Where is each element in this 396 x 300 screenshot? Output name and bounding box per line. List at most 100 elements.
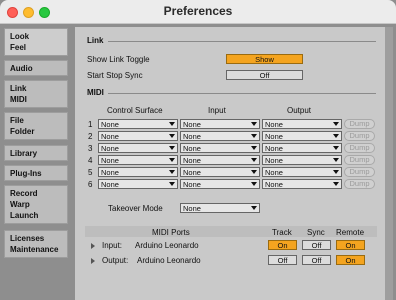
expand-triangle-icon[interactable]	[91, 258, 95, 264]
control-surface-select[interactable]: None	[98, 119, 178, 129]
chevron-down-icon	[251, 122, 257, 126]
midi-input-select[interactable]: None	[180, 119, 260, 129]
midi-input-select[interactable]: None	[180, 167, 260, 177]
midi-input-select[interactable]: None	[180, 155, 260, 165]
control-surface-select[interactable]: None	[98, 155, 178, 165]
midi-output-select[interactable]: None	[262, 179, 342, 189]
control-surface-select[interactable]: None	[98, 179, 178, 189]
midi-output-select[interactable]: None	[262, 155, 342, 165]
sidebar-item-label: File	[10, 116, 24, 125]
chevron-down-icon	[333, 134, 339, 138]
dump-button[interactable]: Dump	[344, 155, 375, 165]
midi-output-select[interactable]: None	[262, 131, 342, 141]
sidebar-item-record-warp-launch[interactable]: Record Warp Launch	[4, 185, 68, 224]
link-section-title: Link	[87, 36, 104, 45]
output-sync-toggle[interactable]: Off	[302, 255, 331, 265]
port-device-name: Arduino Leonardo	[137, 256, 201, 265]
chevron-down-icon	[251, 134, 257, 138]
input-track-toggle[interactable]: On	[268, 240, 297, 250]
select-value: None	[183, 120, 201, 129]
title-bar: Preferences	[0, 0, 396, 24]
dump-button[interactable]: Dump	[344, 167, 375, 177]
row-number: 4	[88, 156, 93, 165]
sidebar-item-file-folder[interactable]: File Folder	[4, 112, 68, 140]
control-surface-column-header: Control Surface	[107, 106, 163, 115]
chevron-down-icon	[169, 122, 175, 126]
midi-input-select[interactable]: None	[180, 179, 260, 189]
sidebar-item-label: Licenses	[10, 234, 45, 243]
section-divider	[108, 93, 376, 94]
chevron-down-icon	[169, 134, 175, 138]
select-value: None	[183, 144, 201, 153]
input-column-header: Input	[208, 106, 226, 115]
sidebar-item-audio[interactable]: Audio	[4, 60, 68, 76]
select-value: None	[265, 132, 283, 141]
control-surface-select[interactable]: None	[98, 167, 178, 177]
control-surface-select[interactable]: None	[98, 131, 178, 141]
start-stop-sync-button[interactable]: Off	[226, 70, 303, 80]
sync-column-header: Sync	[307, 228, 325, 237]
port-type-label: Output:	[102, 256, 129, 265]
chevron-down-icon	[251, 182, 257, 186]
show-link-toggle-button[interactable]: Show	[226, 54, 303, 64]
midi-output-select[interactable]: None	[262, 167, 342, 177]
row-number: 3	[88, 144, 93, 153]
input-remote-toggle[interactable]: On	[336, 240, 365, 250]
sidebar-item-label: Link	[10, 84, 27, 93]
midi-section-title: MIDI	[87, 88, 104, 97]
chevron-down-icon	[251, 206, 257, 210]
chevron-down-icon	[333, 146, 339, 150]
output-track-toggle[interactable]: Off	[268, 255, 297, 265]
chevron-down-icon	[169, 170, 175, 174]
row-number: 6	[88, 180, 93, 189]
dump-button[interactable]: Dump	[344, 143, 375, 153]
start-stop-sync-label: Start Stop Sync	[87, 71, 143, 80]
row-number: 1	[88, 120, 93, 129]
sidebar-item-licenses-maintenance[interactable]: Licenses Maintenance	[4, 230, 68, 258]
sidebar-item-label: Plug-Ins	[10, 169, 42, 178]
dump-button[interactable]: Dump	[344, 131, 375, 141]
chevron-down-icon	[333, 122, 339, 126]
chevron-down-icon	[169, 158, 175, 162]
sidebar-item-label: Record	[10, 189, 38, 198]
sidebar-item-link-midi[interactable]: Link MIDI	[4, 80, 68, 108]
select-value: None	[183, 156, 201, 165]
row-number: 2	[88, 132, 93, 141]
output-remote-toggle[interactable]: On	[336, 255, 365, 265]
output-column-header: Output	[287, 106, 312, 115]
remote-column-header: Remote	[336, 228, 365, 237]
track-column-header: Track	[272, 228, 292, 237]
sidebar-item-label: Maintenance	[10, 245, 59, 254]
chevron-down-icon	[169, 182, 175, 186]
select-value: None	[265, 180, 283, 189]
select-value: None	[101, 120, 119, 129]
takeover-mode-select[interactable]: None	[180, 203, 260, 213]
select-value: None	[101, 156, 119, 165]
dump-button[interactable]: Dump	[344, 179, 375, 189]
port-device-name: Arduino Leonardo	[135, 241, 199, 250]
sidebar-item-label: Look	[10, 32, 30, 41]
sidebar-item-label: Launch	[10, 211, 39, 220]
midi-output-select[interactable]: None	[262, 143, 342, 153]
expand-triangle-icon[interactable]	[91, 243, 95, 249]
dump-button[interactable]: Dump	[344, 119, 375, 129]
sidebar-item-plug-ins[interactable]: Plug-Ins	[4, 165, 68, 181]
sidebar-item-library[interactable]: Library	[4, 145, 68, 161]
select-value: None	[101, 144, 119, 153]
section-divider	[108, 41, 376, 42]
midi-input-select[interactable]: None	[180, 131, 260, 141]
chevron-down-icon	[169, 146, 175, 150]
control-surface-select[interactable]: None	[98, 143, 178, 153]
sidebar-item-look-feel[interactable]: Look Feel	[4, 28, 68, 56]
input-sync-toggle[interactable]: Off	[302, 240, 331, 250]
select-value: None	[183, 132, 201, 141]
midi-input-select[interactable]: None	[180, 143, 260, 153]
select-value: None	[265, 120, 283, 129]
select-value: None	[101, 168, 119, 177]
midi-ports-header	[85, 226, 377, 237]
midi-output-select[interactable]: None	[262, 119, 342, 129]
chevron-down-icon	[333, 158, 339, 162]
show-link-toggle-label: Show Link Toggle	[87, 55, 150, 64]
select-value: None	[101, 132, 119, 141]
sidebar-item-label: Library	[10, 149, 38, 158]
